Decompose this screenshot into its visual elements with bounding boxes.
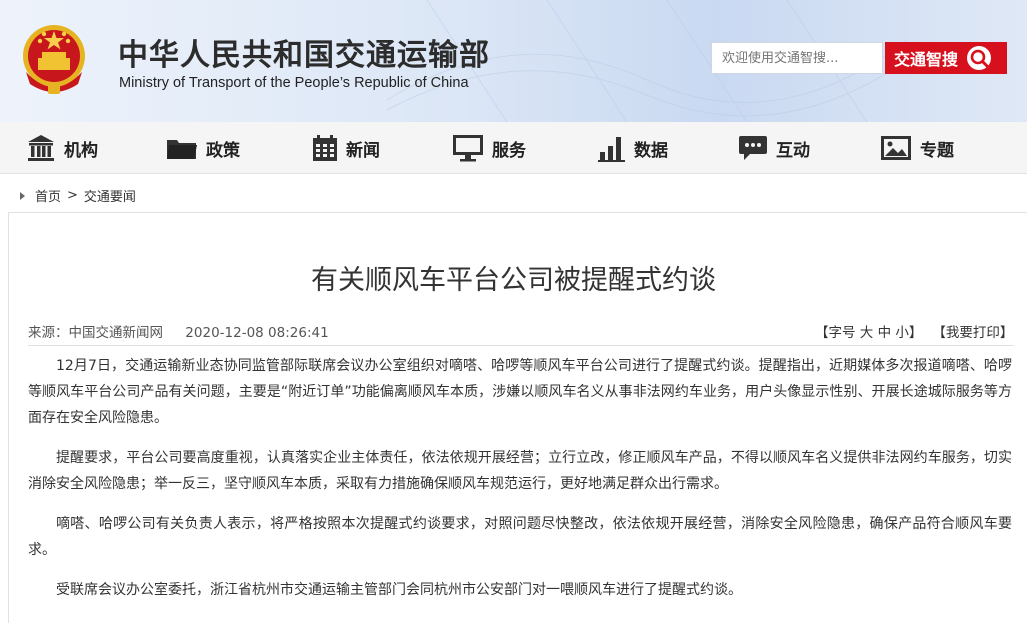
meta-divider	[28, 345, 1014, 346]
article-tools: 【字号 大 中 小】 【我要打印】	[815, 321, 1013, 341]
chat-bubble-icon	[739, 136, 767, 160]
nav-item-organization[interactable]: 机构	[26, 122, 98, 174]
article-body: 12月7日，交通运输新业态协同监管部际联席会议办公室组织对嘀嗒、哈啰等顺风车平台…	[28, 353, 1012, 617]
article-title: 有关顺风车平台公司被提醒式约谈	[311, 265, 716, 296]
article-paragraph: 12月7日，交通运输新业态协同监管部际联席会议办公室组织对嘀嗒、哈啰等顺风车平台…	[28, 358, 1012, 426]
nav-item-interaction[interactable]: 互动	[738, 122, 810, 174]
monitor-icon	[453, 135, 483, 162]
site-title-en: Ministry of Transport of the People’s Re…	[119, 75, 469, 91]
nav-label: 政策	[206, 140, 240, 161]
breadcrumb-current-link[interactable]: 交通要闻	[84, 186, 136, 205]
site-header: 中华人民共和国交通运输部 Ministry of Transport of th…	[0, 0, 1027, 122]
search-button-label: 交通智搜	[894, 50, 959, 69]
nav-label: 机构	[64, 140, 98, 161]
font-size-label: 字号	[828, 325, 856, 341]
folder-icon	[167, 140, 197, 159]
breadcrumb-separator: >	[67, 188, 78, 203]
calendar-icon	[313, 135, 337, 161]
article-meta: 来源：中国交通新闻网 2020-12-08 08:26:41	[28, 321, 329, 341]
print-link[interactable]: 【我要打印】	[932, 325, 1013, 341]
breadcrumb: 首页 > 交通要闻	[20, 186, 136, 205]
article-paragraph: 受联席会议办公室委托，浙江省杭州市交通运输主管部门会同杭州市公安部门对一喂顺风车…	[56, 582, 742, 598]
image-icon	[881, 136, 911, 160]
font-size-small-link[interactable]: 小	[895, 325, 909, 341]
nav-item-policy[interactable]: 政策	[166, 122, 240, 174]
nav-label: 新闻	[346, 140, 380, 161]
site-title-cn: 中华人民共和国交通运输部	[118, 38, 490, 73]
font-size-open-bracket: 【	[815, 325, 829, 341]
nav-label: 专题	[920, 140, 954, 161]
article-paragraph: 提醒要求，平台公司要高度重视，认真落实企业主体责任，依法依规开展经营；立行立改，…	[28, 450, 1012, 492]
nav-label: 数据	[634, 140, 668, 161]
search-icon	[967, 46, 992, 70]
article-date: 2020-12-08 08:26:41	[185, 325, 329, 341]
font-size-large-link[interactable]: 大	[860, 325, 874, 341]
search-input[interactable]	[711, 42, 883, 74]
bar-chart-icon	[598, 137, 625, 162]
search-button[interactable]: 交通智搜	[885, 42, 1007, 74]
main-nav: 机构 政策 新闻 服务 数据 互动 专题	[0, 122, 1027, 174]
article-paragraph: 嘀嗒、哈啰公司有关负责人表示，将严格按照本次提醒式约谈要求，对照问题尽快整改，依…	[28, 516, 1012, 558]
nav-item-service[interactable]: 服务	[452, 122, 526, 174]
nav-label: 服务	[492, 140, 526, 161]
breadcrumb-arrow-icon	[20, 191, 25, 200]
nav-item-topics[interactable]: 专题	[880, 122, 954, 174]
building-icon	[28, 135, 54, 161]
font-size-medium-link[interactable]: 中	[878, 325, 892, 341]
nav-label: 互动	[776, 140, 810, 161]
nav-item-news[interactable]: 新闻	[312, 122, 380, 174]
font-size-close-bracket: 】	[908, 325, 923, 341]
nav-item-data[interactable]: 数据	[598, 122, 668, 174]
national-emblem-icon	[23, 25, 85, 94]
article-source: 来源：中国交通新闻网	[28, 325, 163, 341]
breadcrumb-home-link[interactable]: 首页	[35, 186, 61, 205]
